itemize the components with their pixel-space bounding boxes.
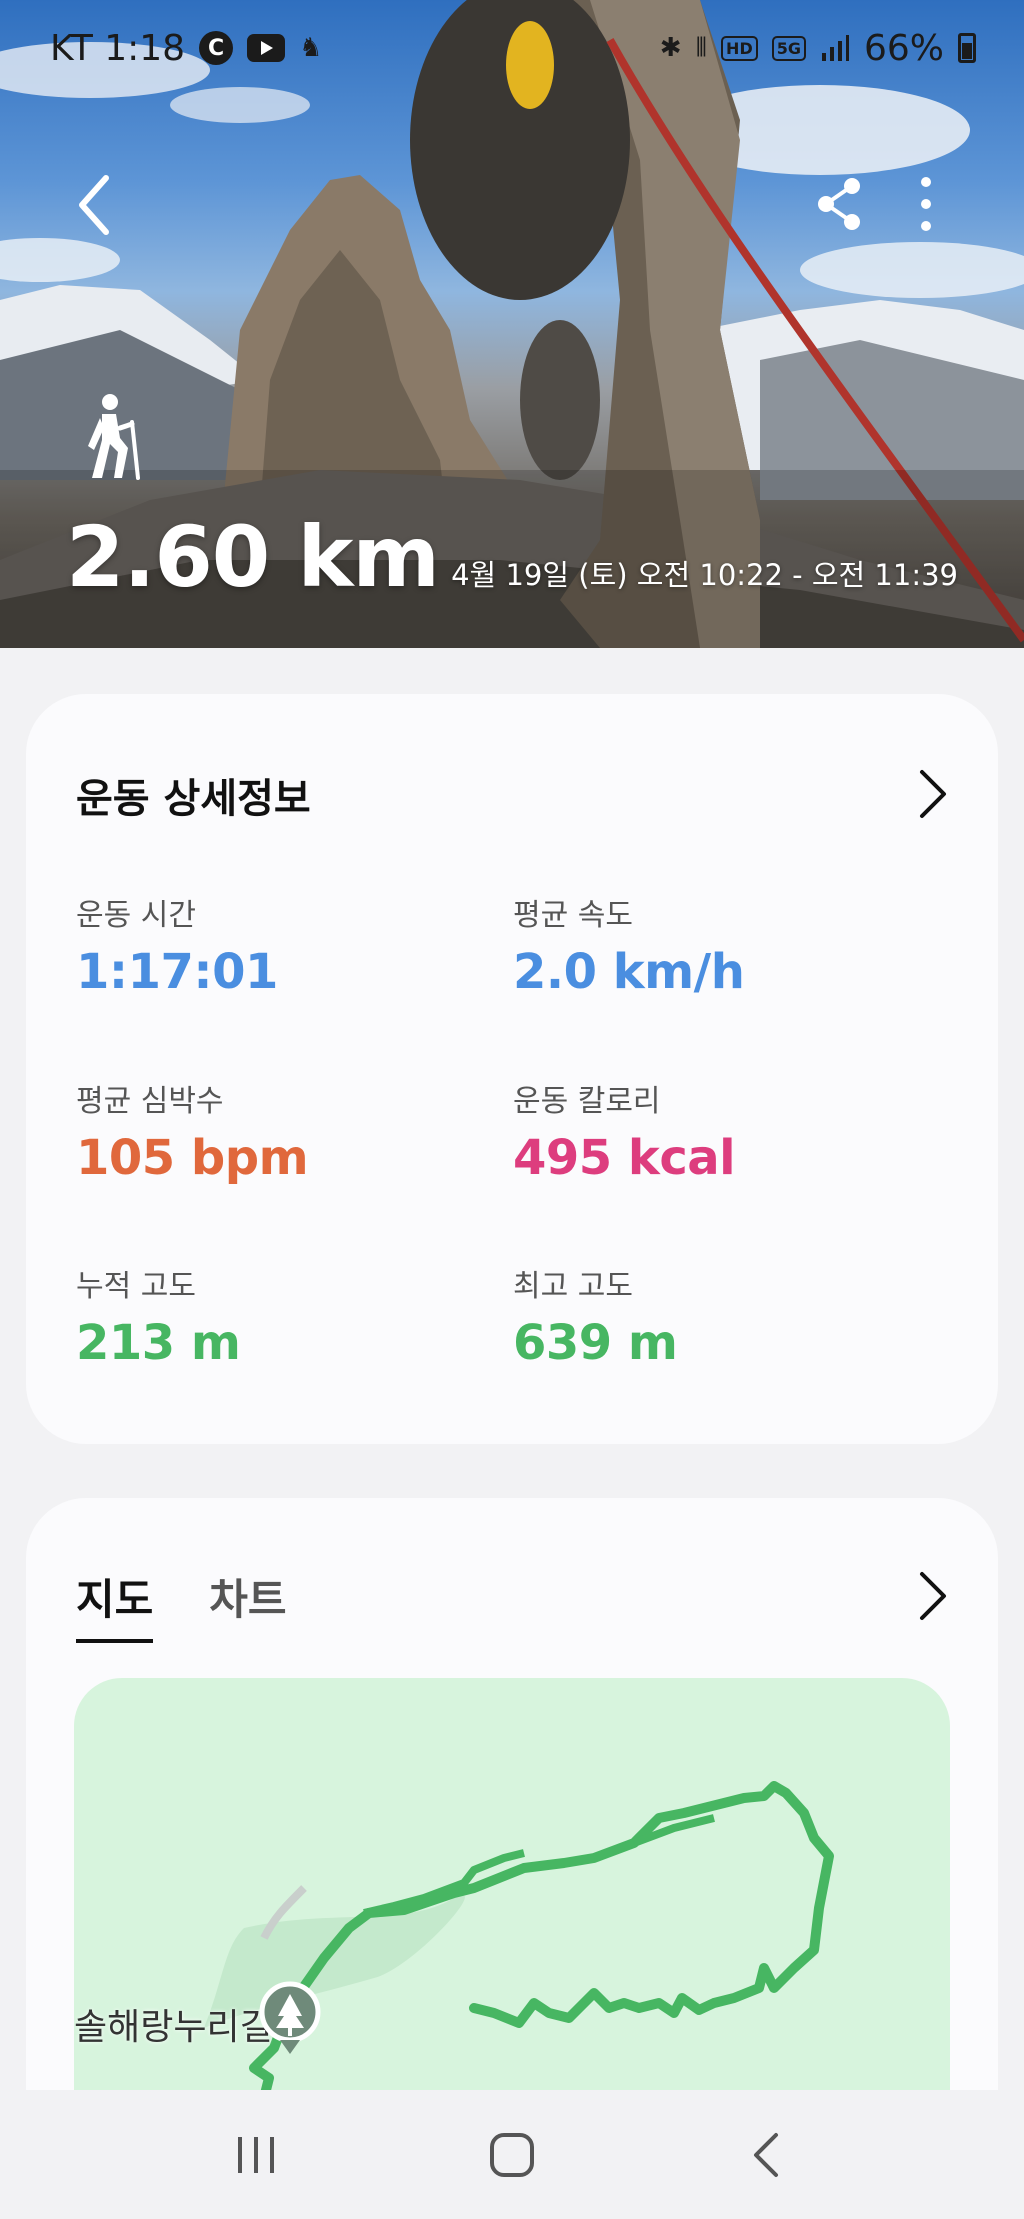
metric-label: 평균 속도 [513, 898, 633, 933]
back-icon[interactable] [70, 170, 120, 240]
metric-label: 최고 고도 [513, 1269, 633, 1304]
recent-apps-icon[interactable] [228, 2127, 284, 2183]
metric-duration: 운동 시간 1:17:01 [76, 890, 496, 1000]
more-icon[interactable] [906, 172, 946, 236]
status-bar: KT 1:18 C ♞ ✱ ⦀ HD 5G 66% [0, 0, 1024, 96]
carrier-time: KT 1:18 [50, 27, 186, 69]
metric-label: 누적 고도 [76, 1269, 196, 1304]
back-nav-icon[interactable] [740, 2127, 796, 2183]
vibrate-icon: ⦀ [695, 32, 708, 63]
metric-max-elevation: 최고 고도 639 m [513, 1261, 933, 1371]
metric-avg-speed: 평균 속도 2.0 km/h [513, 890, 933, 1000]
home-icon[interactable] [484, 2127, 540, 2183]
system-navigation-bar [0, 2090, 1024, 2219]
bluetooth-icon: ✱ [659, 33, 682, 63]
c-badge-icon: C [199, 31, 234, 65]
signal-icon [821, 35, 849, 61]
hd-icon: HD [721, 35, 758, 61]
metric-calories: 운동 칼로리 495 kcal [513, 1076, 933, 1186]
map-chevron-right-icon[interactable] [914, 1568, 950, 1624]
tree-pin-icon[interactable] [258, 1980, 322, 2060]
total-distance: 2.60 km [66, 508, 440, 606]
metric-value: 2.0 km/h [513, 944, 745, 1000]
map-chart-tabs: 지도 차트 [76, 1566, 287, 1643]
metric-elevation-gain: 누적 고도 213 m [76, 1261, 496, 1371]
metric-avg-heart-rate: 평균 심박수 105 bpm [76, 1076, 496, 1186]
metric-label: 운동 시간 [76, 898, 196, 933]
share-icon[interactable] [814, 176, 864, 232]
notification-icon: ♞ [299, 33, 323, 63]
metric-value: 495 kcal [513, 1130, 736, 1186]
hiking-icon [88, 394, 140, 480]
workout-details-card: 운동 상세정보 운동 시간 1:17:01 평균 속도 2.0 km/h 평균 … [26, 694, 998, 1444]
hero-banner: KT 1:18 C ♞ ✱ ⦀ HD 5G 66% 2.60 km 4월 19일… [0, 0, 1024, 648]
tab-map[interactable]: 지도 [76, 1566, 154, 1643]
metric-label: 운동 칼로리 [513, 1084, 661, 1119]
details-chevron-right-icon[interactable] [914, 766, 950, 822]
metric-label: 평균 심박수 [76, 1084, 224, 1119]
metric-value: 213 m [76, 1315, 241, 1371]
metric-value: 639 m [513, 1315, 678, 1371]
battery-icon [958, 33, 976, 63]
map-place-label: 솔해랑누리길 [74, 2007, 273, 2048]
metric-value: 1:17:01 [76, 944, 278, 1000]
metric-value: 105 bpm [76, 1130, 309, 1186]
tab-chart[interactable]: 차트 [209, 1566, 286, 1643]
workout-time-range: 4월 19일 (토) 오전 10:22 - 오전 11:39 [451, 558, 958, 592]
workout-detail-screen: KT 1:18 C ♞ ✱ ⦀ HD 5G 66% 2.60 km 4월 19일… [0, 0, 1024, 2219]
network-5g-icon: 5G [771, 35, 806, 61]
youtube-icon [247, 34, 286, 62]
battery-percent: 66% [863, 27, 944, 69]
details-title: 운동 상세정보 [76, 776, 311, 822]
